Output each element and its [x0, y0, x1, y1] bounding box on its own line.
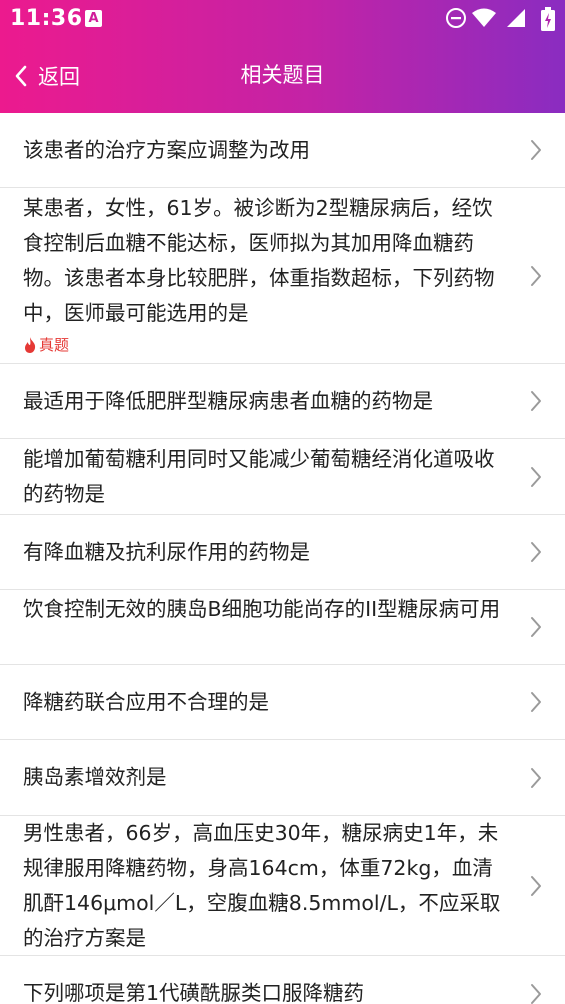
chevron-right-icon: [531, 875, 541, 896]
question-row[interactable]: 男性患者，66岁，高血压史30年，糖尿病史1年，未规律服用降糖药物，身高164c…: [0, 816, 565, 956]
chevron-right-icon: [531, 140, 541, 160]
battery-icon: [541, 7, 555, 31]
question-text: 胰岛素增效剂是: [23, 765, 167, 789]
chevron-right-icon: [531, 265, 541, 286]
question-row[interactable]: 降糖药联合应用不合理的是: [0, 665, 565, 740]
nav-bar: 返回 相关题目: [0, 38, 565, 113]
question-row[interactable]: 饮食控制无效的胰岛B细胞功能尚存的II型糖尿病可用: [0, 590, 565, 665]
chevron-right-icon: [531, 542, 541, 562]
question-text: 男性患者，66岁，高血压史30年，糖尿病史1年，未规律服用降糖药物，身高164c…: [23, 821, 501, 950]
question-row[interactable]: 某患者，女性，61岁。被诊断为2型糖尿病后，经饮食控制后血糖不能达标，医师拟为其…: [0, 188, 565, 364]
tag-label: 真题: [39, 336, 70, 354]
question-text: 能增加葡萄糖利用同时又能减少葡萄糖经消化道吸收的药物是: [23, 447, 495, 506]
chevron-right-icon: [531, 617, 541, 637]
question-text: 最适用于降低肥胖型糖尿病患者血糖的药物是: [23, 389, 433, 413]
question-row[interactable]: 有降血糖及抗利尿作用的药物是: [0, 515, 565, 590]
status-bar: 11:36 A: [0, 0, 565, 38]
question-text: 下列哪项是第1代磺酰脲类口服降糖药: [23, 981, 365, 1004]
notification-a-icon: A: [85, 10, 102, 27]
chevron-right-icon: [531, 466, 541, 487]
chevron-right-icon: [531, 767, 541, 788]
wifi-icon: [472, 8, 496, 27]
page-title: 相关题目: [240, 63, 325, 87]
question-text: 饮食控制无效的胰岛B细胞功能尚存的II型糖尿病可用: [23, 597, 501, 621]
question-text: 某患者，女性，61岁。被诊断为2型糖尿病后，经饮食控制后血糖不能达标，医师拟为其…: [23, 196, 495, 325]
signal-icon: [507, 9, 525, 27]
question-row[interactable]: 该患者的治疗方案应调整为改用: [0, 113, 565, 188]
question-text: 该患者的治疗方案应调整为改用: [23, 138, 310, 162]
chevron-right-icon: [531, 692, 541, 712]
app-header: 11:36 A 返回 相关题目: [0, 0, 565, 113]
chevron-right-icon: [531, 391, 541, 411]
question-list: 该患者的治疗方案应调整为改用 某患者，女性，61岁。被诊断为2型糖尿病后，经饮食…: [0, 113, 565, 1004]
question-row[interactable]: 最适用于降低肥胖型糖尿病患者血糖的药物是: [0, 364, 565, 439]
question-row[interactable]: 能增加葡萄糖利用同时又能减少葡萄糖经消化道吸收的药物是: [0, 439, 565, 515]
question-text: 有降血糖及抗利尿作用的药物是: [23, 540, 310, 564]
do-not-disturb-icon: [446, 8, 466, 28]
question-row[interactable]: 下列哪项是第1代磺酰脲类口服降糖药: [0, 956, 565, 1004]
question-row[interactable]: 胰岛素增效剂是: [0, 740, 565, 816]
real-exam-tag: 真题: [0, 335, 565, 355]
chevron-right-icon: [531, 984, 541, 1004]
fire-icon: [25, 337, 36, 353]
question-text: 降糖药联合应用不合理的是: [23, 690, 269, 714]
status-time: 11:36: [10, 6, 83, 31]
